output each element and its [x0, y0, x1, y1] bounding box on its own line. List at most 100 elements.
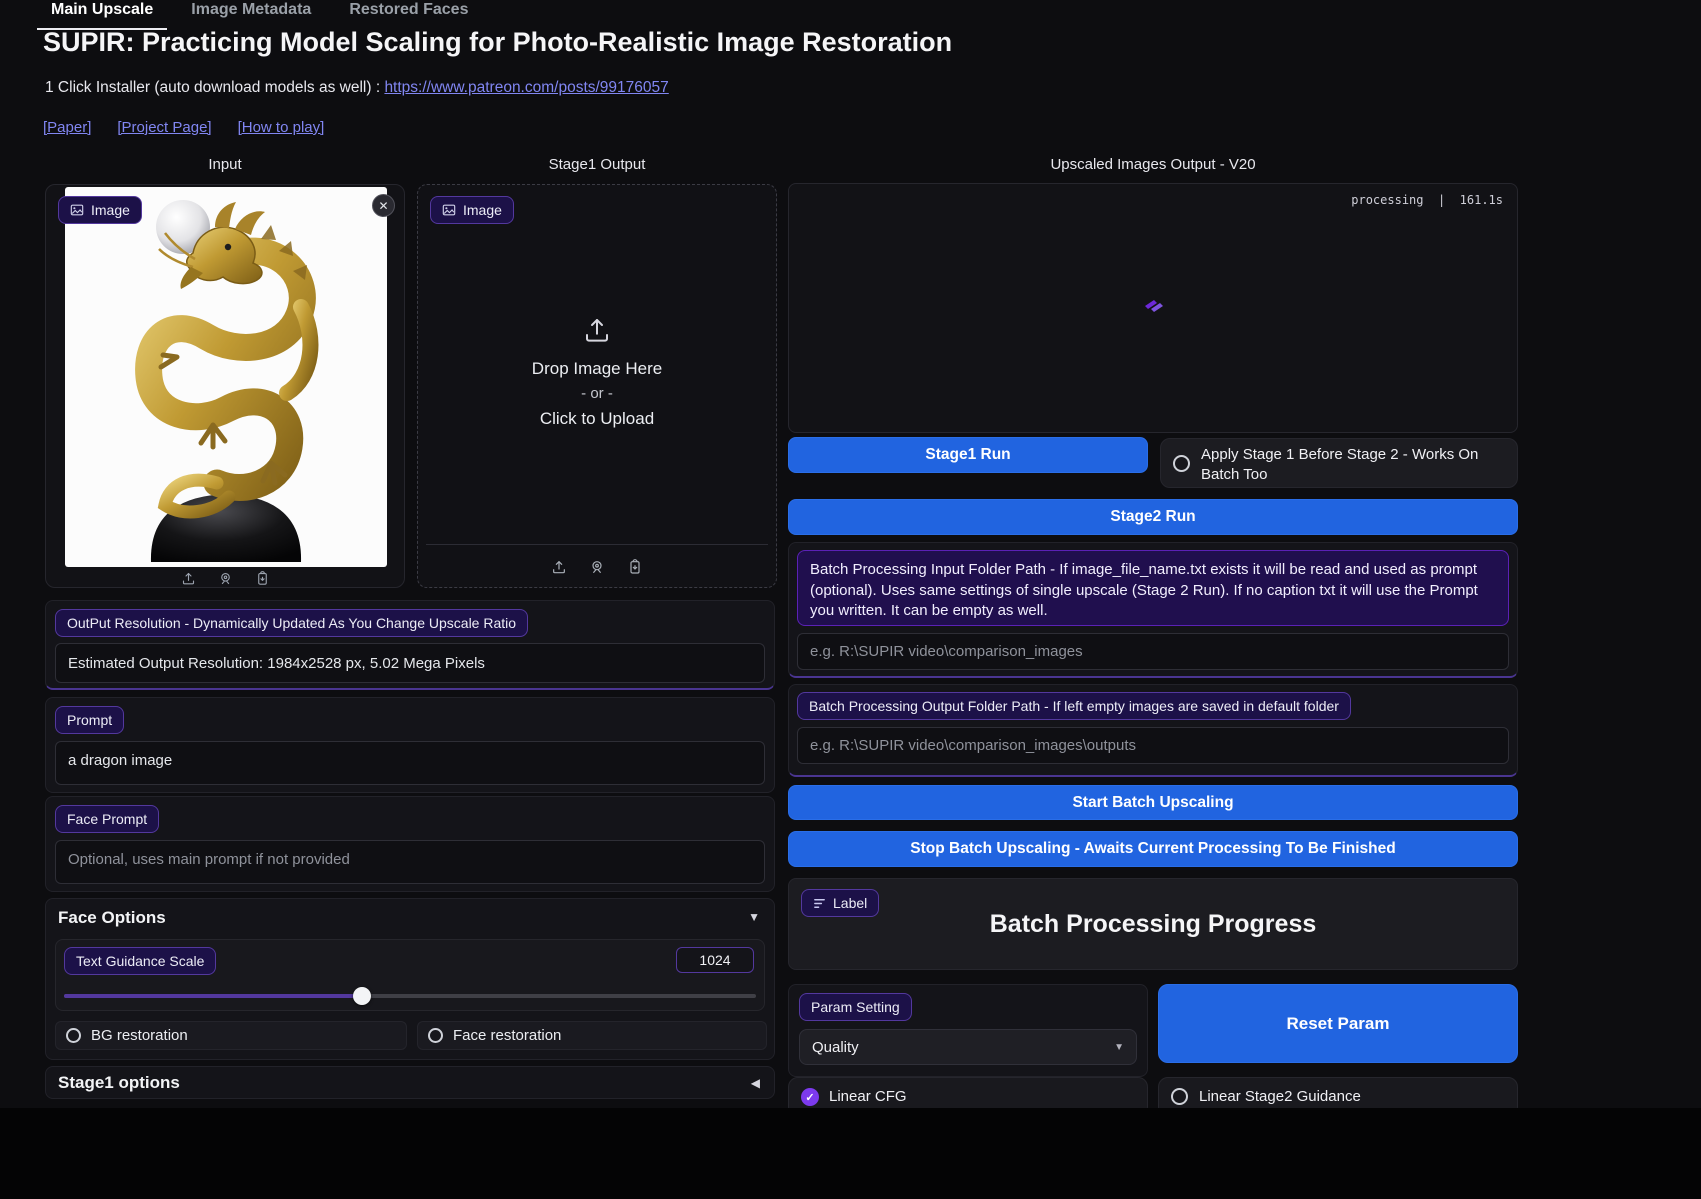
- linear-stage2-label: Linear Stage2 Guidance: [1199, 1088, 1361, 1105]
- face-options-accordion: Face Options ▼ Text Guidance Scale 1024 …: [45, 898, 775, 1060]
- apply-stage1-radio[interactable]: [1173, 455, 1190, 472]
- dropzone-divider: [426, 544, 768, 545]
- input-image-badge: Image: [58, 196, 142, 224]
- upload-tray-icon: [586, 319, 608, 342]
- resolution-badge: OutPut Resolution - Dynamically Updated …: [55, 609, 529, 637]
- doc-links: [Paper] [Project Page] [How to play]: [43, 119, 324, 136]
- text-guidance-panel: Text Guidance Scale 1024: [55, 939, 765, 1011]
- webcam-icon[interactable]: [589, 559, 605, 575]
- installer-text: 1 Click Installer (auto download models …: [45, 79, 385, 96]
- input-image-badge-label: Image: [91, 202, 130, 218]
- face-prompt-group: Face Prompt: [45, 796, 775, 892]
- output-column-label: Upscaled Images Output - V20: [1050, 156, 1256, 173]
- input-image-panel[interactable]: Image ✕: [45, 184, 405, 588]
- upload-icon[interactable]: [181, 571, 196, 586]
- batch-output-group: Batch Processing Output Folder Path - If…: [788, 684, 1518, 777]
- processing-status: processing | 161.1s: [1351, 193, 1503, 207]
- batch-input-group: Batch Processing Input Folder Path - If …: [788, 542, 1518, 678]
- quality-dropdown[interactable]: Quality ▼: [799, 1029, 1137, 1065]
- accordion-closed-icon[interactable]: ◀: [751, 1076, 760, 1090]
- page-title: SUPIR: Practicing Model Scaling for Phot…: [43, 27, 953, 57]
- webcam-icon[interactable]: [218, 571, 233, 586]
- face-prompt-field[interactable]: [55, 840, 765, 884]
- prompt-badge-label: Prompt: [67, 712, 113, 728]
- stage1-image-badge-label: Image: [463, 202, 502, 218]
- text-guidance-badge: Text Guidance Scale: [64, 947, 217, 975]
- face-options-title[interactable]: Face Options: [58, 908, 166, 928]
- batch-input-info: Batch Processing Input Folder Path - If …: [797, 550, 1509, 626]
- resolution-group: OutPut Resolution - Dynamically Updated …: [45, 600, 775, 690]
- tab-main-upscale[interactable]: Main Upscale: [37, 0, 168, 30]
- upload-icon[interactable]: [551, 559, 567, 575]
- input-column-label: Input: [208, 156, 242, 173]
- installer-line: 1 Click Installer (auto download models …: [45, 79, 669, 97]
- face-prompt-badge-label: Face Prompt: [67, 811, 148, 827]
- batch-output-path-field[interactable]: [797, 727, 1509, 764]
- apply-stage1-option[interactable]: Apply Stage 1 Before Stage 2 - Works On …: [1160, 438, 1518, 488]
- status-separator: |: [1437, 193, 1446, 207]
- tab-image-metadata[interactable]: Image Metadata: [177, 0, 325, 30]
- reset-param-button[interactable]: Reset Param: [1158, 984, 1518, 1063]
- upscaled-output-panel: processing | 161.1s: [788, 183, 1518, 433]
- dropzone-toolbar: [418, 559, 776, 575]
- param-setting-badge-label: Param Setting: [811, 999, 900, 1015]
- accordion-open-icon[interactable]: ▼: [748, 910, 760, 924]
- project-page-link[interactable]: [Project Page]: [117, 119, 211, 136]
- stage1-options-accordion: Stage1 options ◀: [45, 1066, 775, 1099]
- status-time: 161.1s: [1459, 193, 1503, 207]
- drop-image-text: Drop Image Here: [531, 359, 663, 378]
- input-image[interactable]: [65, 187, 387, 567]
- label-icon: [814, 898, 825, 908]
- face-restoration-radio[interactable]: [428, 1028, 443, 1043]
- tgs-slider-fill: [64, 994, 362, 998]
- tab-restored-faces[interactable]: Restored Faces: [335, 0, 482, 30]
- prompt-badge: Prompt: [55, 706, 125, 734]
- input-image-toolbar: [46, 571, 404, 586]
- stage2-run-button[interactable]: Stage2 Run: [788, 499, 1518, 535]
- start-batch-button[interactable]: Start Batch Upscaling: [788, 785, 1518, 820]
- bg-restoration-radio[interactable]: [66, 1028, 81, 1043]
- bg-restoration-label: BG restoration: [91, 1027, 188, 1044]
- how-to-play-link[interactable]: [How to play]: [238, 119, 325, 136]
- face-restoration-label: Face restoration: [453, 1027, 562, 1044]
- text-guidance-value[interactable]: 1024: [676, 947, 754, 973]
- paper-link[interactable]: [Paper]: [43, 119, 91, 136]
- batch-input-path-field[interactable]: [797, 633, 1509, 670]
- stage1-options-title[interactable]: Stage1 options: [58, 1073, 180, 1093]
- linear-cfg-label: Linear CFG: [829, 1088, 907, 1105]
- chevron-down-icon: ▼: [1114, 1041, 1124, 1053]
- click-to-upload-text[interactable]: Click to Upload: [418, 409, 776, 429]
- dropzone-content[interactable]: Drop Image Here - or - Click to Upload: [418, 315, 776, 429]
- tgs-slider-handle[interactable]: [352, 987, 371, 1005]
- close-icon[interactable]: ✕: [372, 194, 395, 217]
- image-icon: [442, 204, 456, 216]
- text-guidance-slider[interactable]: [64, 987, 756, 1005]
- stage1-dropzone[interactable]: Image Drop Image Here - or - Click to Up…: [417, 184, 777, 588]
- batch-progress-title: Batch Processing Progress: [989, 910, 1317, 938]
- or-text: - or -: [581, 385, 613, 402]
- batch-output-badge-label: Batch Processing Output Folder Path - If…: [809, 698, 1339, 714]
- linear-cfg-checkbox[interactable]: ✓: [801, 1088, 819, 1106]
- processing-logo-icon: [1142, 298, 1166, 319]
- param-setting-group: Param Setting Quality ▼: [788, 984, 1148, 1077]
- paste-icon[interactable]: [255, 571, 270, 586]
- status-text: processing: [1351, 193, 1424, 207]
- resolution-value-field[interactable]: [55, 643, 765, 683]
- face-restoration-option[interactable]: Face restoration: [417, 1021, 767, 1050]
- batch-output-badge: Batch Processing Output Folder Path - If…: [797, 692, 1351, 720]
- linear-stage2-radio[interactable]: [1171, 1088, 1188, 1105]
- paste-icon[interactable]: [627, 559, 643, 575]
- prompt-field[interactable]: a dragon image: [55, 741, 765, 785]
- image-icon: [70, 204, 84, 216]
- supir-app: Main Upscale Image Metadata Restored Fac…: [0, 0, 1701, 1199]
- bg-restoration-option[interactable]: BG restoration: [55, 1021, 407, 1050]
- param-setting-badge: Param Setting: [799, 993, 912, 1021]
- apply-stage1-label: Apply Stage 1 Before Stage 2 - Works On …: [1201, 446, 1479, 483]
- tab-bar: Main Upscale Image Metadata Restored Fac…: [37, 0, 482, 30]
- prompt-group: Prompt a dragon image: [45, 697, 775, 793]
- batch-progress-panel: Label Batch Processing Progress: [788, 878, 1518, 970]
- stage1-run-button[interactable]: Stage1 Run: [788, 437, 1148, 473]
- installer-link[interactable]: https://www.patreon.com/posts/99176057: [384, 79, 668, 96]
- face-prompt-badge: Face Prompt: [55, 805, 160, 833]
- stop-batch-button[interactable]: Stop Batch Upscaling - Awaits Current Pr…: [788, 831, 1518, 867]
